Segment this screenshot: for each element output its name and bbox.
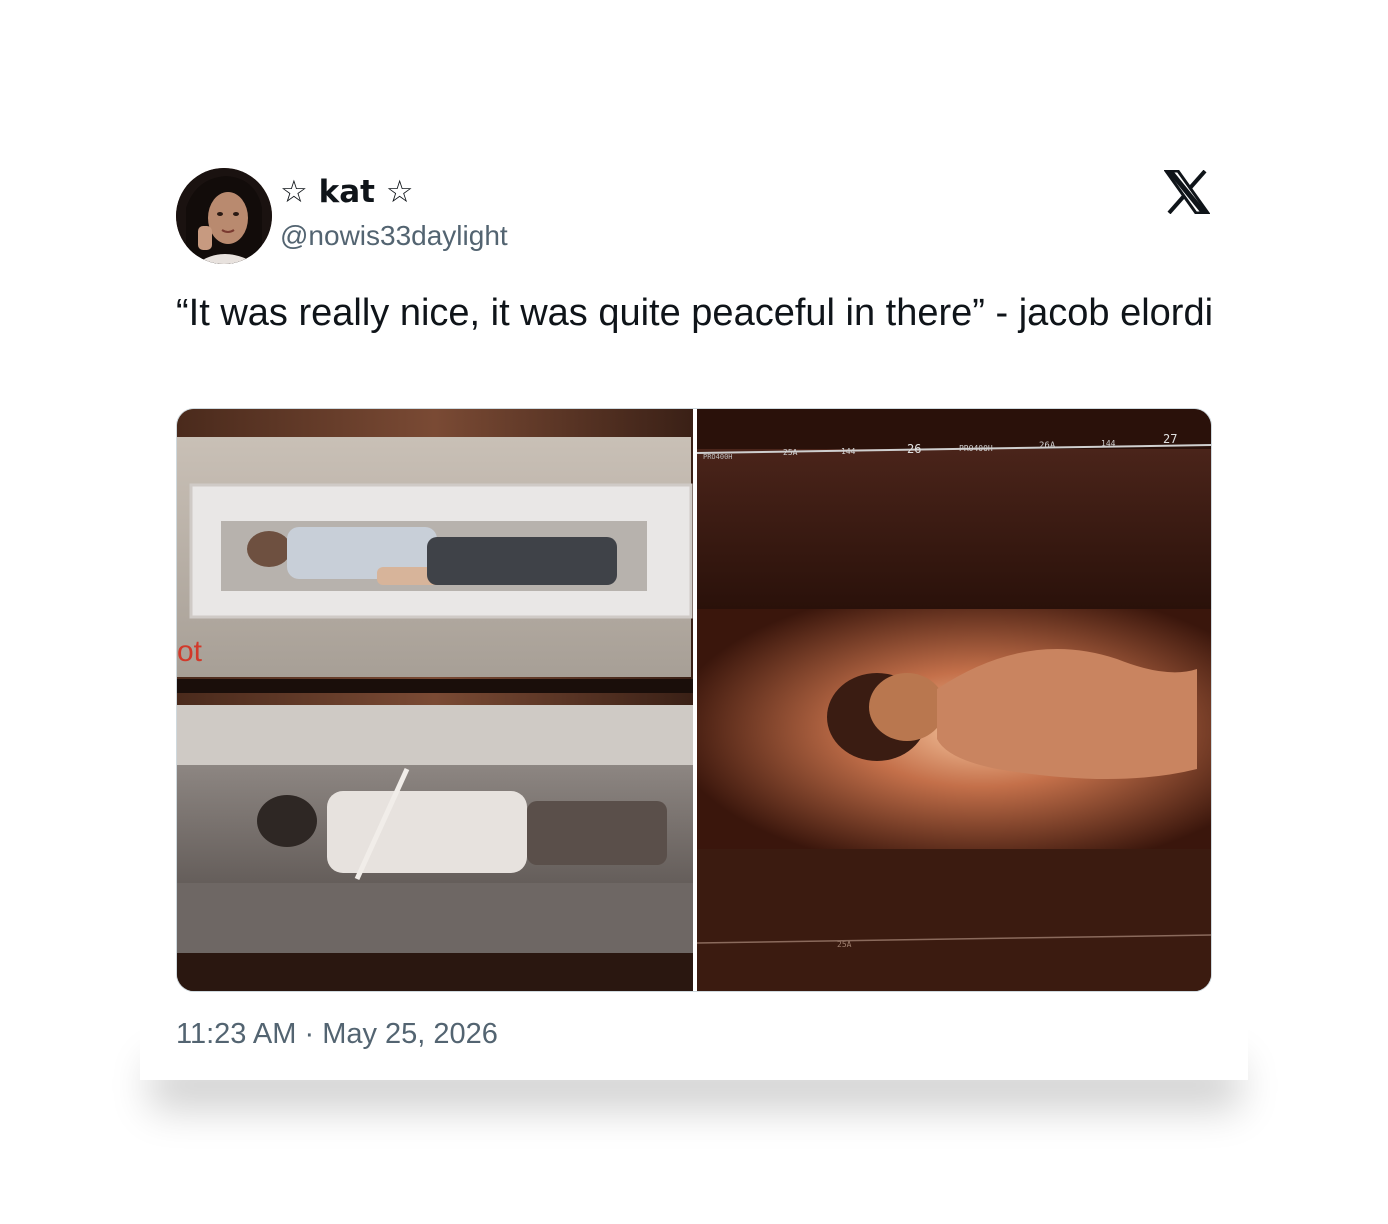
film-label-0: PRO400H — [703, 453, 733, 461]
film-label-7: 27 — [1163, 432, 1177, 446]
film-label-5: 26A — [1039, 441, 1056, 451]
x-logo-icon[interactable] — [1163, 169, 1211, 215]
tweet-timestamp[interactable]: 11:23 AM · May 25, 2026 — [176, 1018, 498, 1051]
timestamp-separator: · — [304, 1018, 315, 1050]
overlay-text: ot — [177, 635, 203, 668]
photo-coffin-collage — [177, 409, 693, 991]
media-photo-right[interactable]: PRO400H 25A 144 26 PRO400H 26A 144 27 25… — [697, 409, 1211, 991]
film-label-1: 25A — [783, 448, 798, 457]
film-label-6: 144 — [1101, 439, 1116, 448]
film-label-2: 144 — [841, 447, 856, 456]
user-handle[interactable]: @nowis33daylight — [280, 220, 508, 252]
tweet-date: May 25, 2026 — [322, 1018, 498, 1050]
display-name[interactable]: ☆ kat ☆ — [280, 174, 414, 210]
tweet-time: 11:23 AM — [176, 1018, 297, 1050]
film-label-3: 26 — [907, 442, 921, 456]
media-photo-left[interactable] — [177, 409, 693, 991]
tweet-text: “It was really nice, it was quite peacef… — [176, 292, 1214, 334]
photo-film-frame: PRO400H 25A 144 26 PRO400H 26A 144 27 25… — [697, 409, 1211, 991]
avatar[interactable] — [176, 168, 272, 264]
avatar-image — [176, 168, 272, 264]
film-label-4: PRO400H — [959, 444, 993, 453]
film-label-bottom: 25A — [837, 940, 852, 949]
tweet-media[interactable]: PRO400H 25A 144 26 PRO400H 26A 144 27 25… — [176, 408, 1212, 992]
